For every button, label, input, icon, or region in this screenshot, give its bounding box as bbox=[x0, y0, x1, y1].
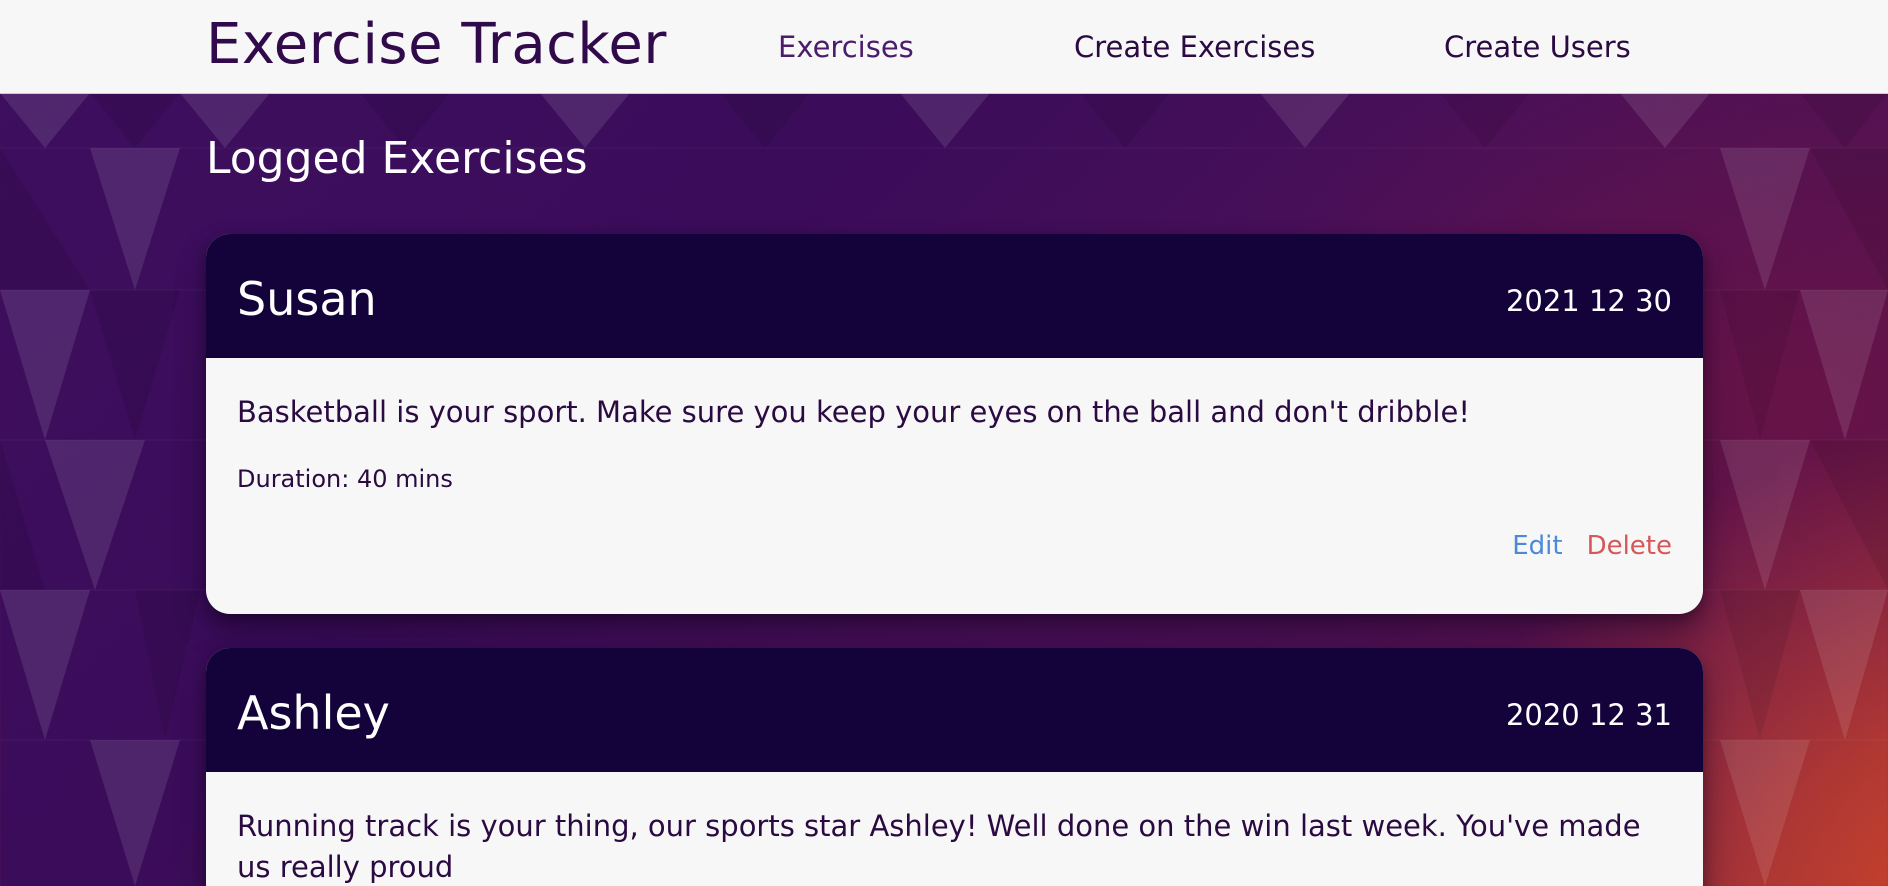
card-header: Susan 2021 12 30 bbox=[206, 234, 1703, 358]
delete-button[interactable]: Delete bbox=[1587, 531, 1672, 561]
exercise-duration: Duration: 40 mins bbox=[237, 465, 453, 493]
exercise-username: Susan bbox=[237, 272, 377, 326]
exercise-username: Ashley bbox=[237, 686, 390, 740]
nav-link-create-users[interactable]: Create Users bbox=[1444, 30, 1631, 64]
exercise-date: 2021 12 30 bbox=[1505, 284, 1672, 318]
card-actions: Edit Delete bbox=[1512, 531, 1672, 561]
card-header: Ashley 2020 12 31 bbox=[206, 648, 1703, 772]
exercise-description: Basketball is your sport. Make sure you … bbox=[237, 395, 1470, 429]
nav-link-exercises[interactable]: Exercises bbox=[778, 30, 914, 64]
edit-button[interactable]: Edit bbox=[1512, 531, 1562, 561]
exercise-description: Running track is your thing, our sports … bbox=[237, 809, 1641, 884]
app-title[interactable]: Exercise Tracker bbox=[206, 14, 667, 76]
card-body: Basketball is your sport. Make sure you … bbox=[206, 358, 1703, 561]
card-body: Running track is your thing, our sports … bbox=[206, 772, 1703, 886]
exercise-card: Ashley 2020 12 31 Running track is your … bbox=[206, 648, 1703, 886]
nav-link-create-exercises[interactable]: Create Exercises bbox=[1074, 30, 1315, 64]
page-title: Logged Exercises bbox=[206, 133, 588, 184]
exercise-card: Susan 2021 12 30 Basketball is your spor… bbox=[206, 234, 1703, 614]
exercise-date: 2020 12 31 bbox=[1505, 698, 1672, 732]
navbar: Exercise Tracker Exercises Create Exerci… bbox=[0, 0, 1888, 94]
